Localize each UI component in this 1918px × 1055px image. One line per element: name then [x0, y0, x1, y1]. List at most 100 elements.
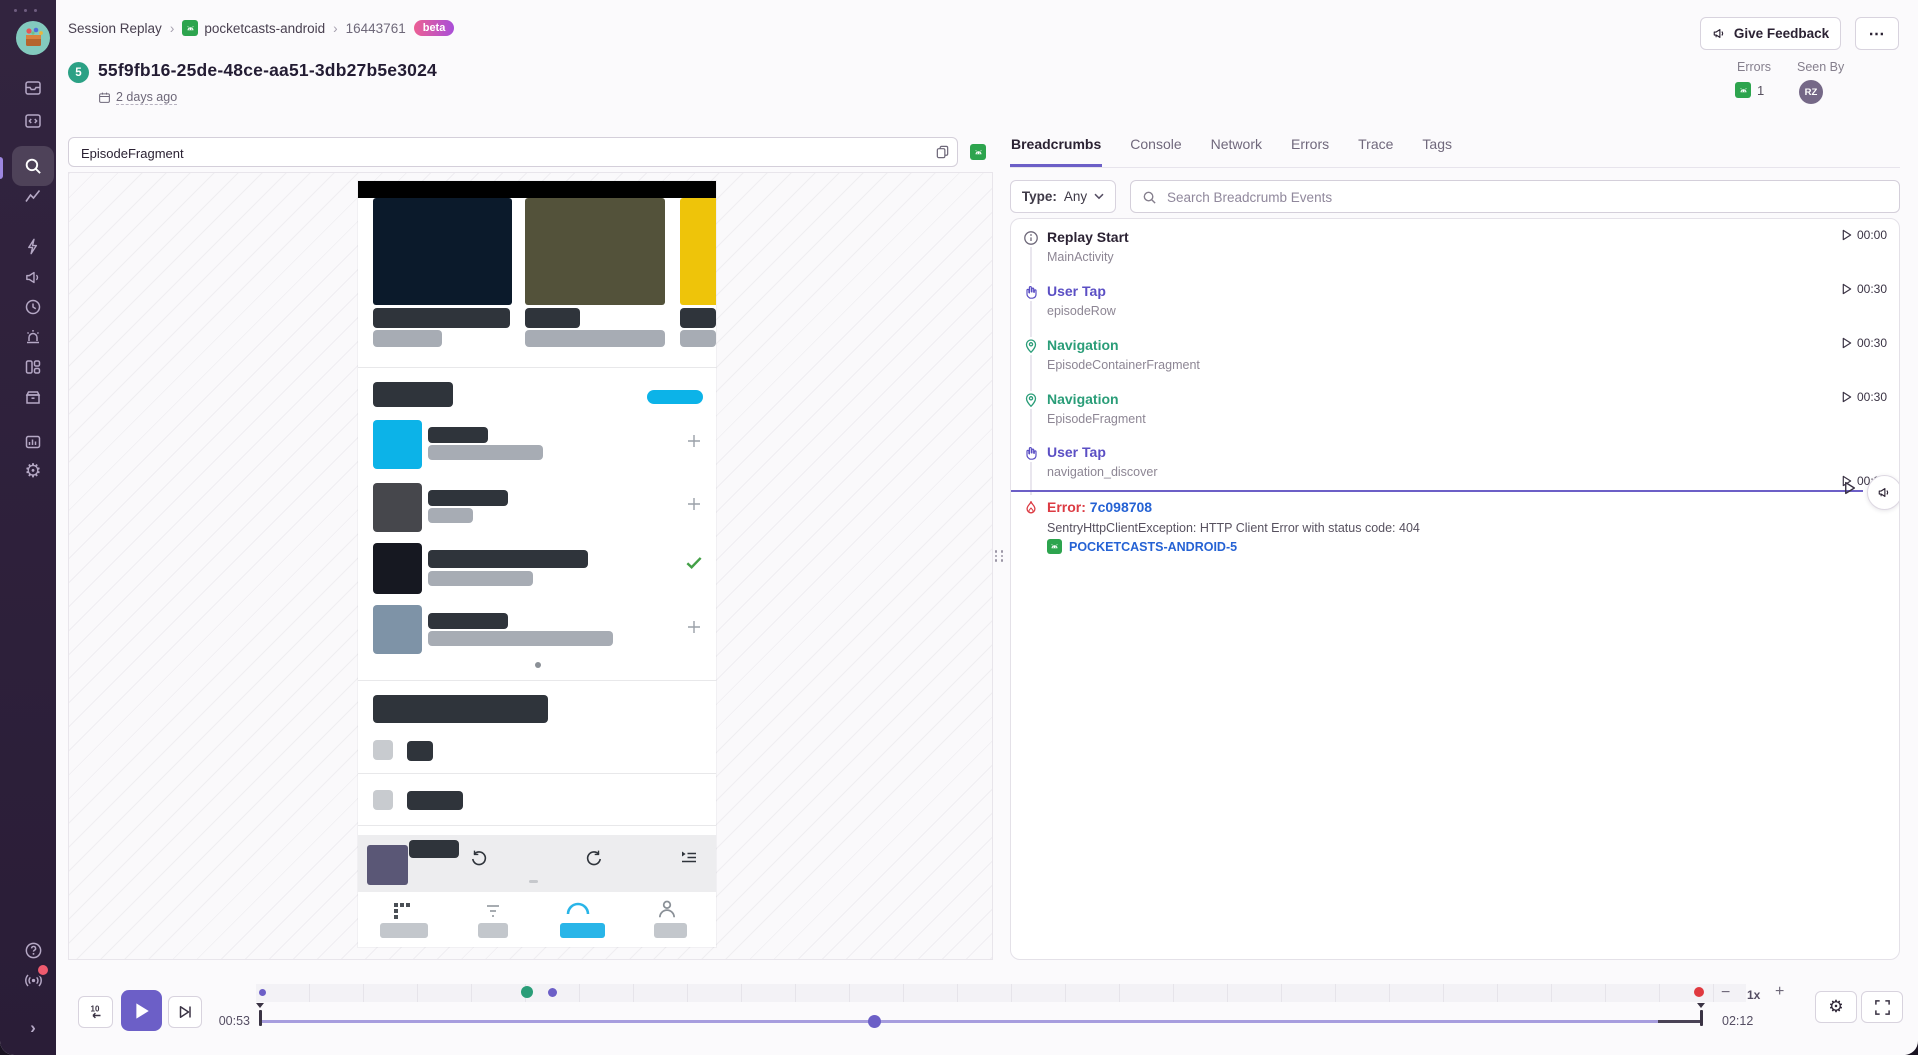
breadcrumb-replay-id[interactable]: 16443761 — [346, 21, 406, 36]
tab-tags[interactable]: Tags — [1421, 130, 1453, 167]
current-time-indicator — [1011, 490, 1863, 492]
error-title: Error: — [1047, 499, 1086, 515]
event-row-navigation[interactable]: Navigation EpisodeContainerFragment 00:3… — [1011, 337, 1899, 385]
event-timestamp[interactable]: 00:30 — [1841, 282, 1887, 296]
clip-start-tick — [259, 1010, 262, 1026]
clip-start-marker[interactable] — [256, 1003, 264, 1008]
archive-box-icon — [23, 387, 43, 407]
fullscreen-button[interactable] — [1861, 991, 1903, 1023]
dom-search-input[interactable] — [79, 139, 923, 167]
play-from-here-icon[interactable] — [1843, 481, 1856, 500]
sidebar-item-issues[interactable] — [17, 72, 49, 104]
give-feedback-button[interactable]: Give Feedback — [1700, 17, 1841, 50]
event-row-navigation[interactable]: Navigation EpisodeFragment 00:30 — [1011, 391, 1899, 439]
tab-errors[interactable]: Errors — [1290, 130, 1330, 167]
history-clock-icon — [23, 297, 43, 317]
fullscreen-icon — [1874, 999, 1891, 1016]
breadcrumb-search-input[interactable] — [1165, 183, 1889, 212]
pager-dot — [535, 662, 541, 668]
error-project-link[interactable]: POCKETCASTS-ANDROID-5 — [1047, 539, 1237, 554]
play-icon — [134, 1002, 150, 1020]
org-avatar[interactable] — [16, 21, 50, 55]
breadcrumb: Session Replay › pocketcasts-android › 1… — [68, 20, 454, 36]
event-row-user-tap[interactable]: User Tap episodeRow 00:30 — [1011, 283, 1899, 331]
sidebar-item-insights[interactable] — [17, 230, 49, 262]
seen-by-avatar[interactable]: RZ — [1799, 80, 1823, 104]
layout-blocks-icon — [23, 357, 43, 377]
tap-icon — [1022, 444, 1040, 462]
siren-icon — [23, 327, 43, 347]
breadcrumb-session-replay[interactable]: Session Replay — [68, 21, 162, 36]
rewind-10-icon: 10 — [86, 1002, 106, 1022]
search-icon — [23, 156, 44, 177]
sidebar-item-feedback[interactable] — [17, 261, 49, 293]
event-timestamp[interactable]: 00:00 — [1841, 228, 1887, 242]
sidebar: ⚙ › — [0, 0, 56, 1055]
plus-icon — [686, 619, 702, 636]
tab-network[interactable]: Network — [1210, 130, 1263, 167]
flame-error-icon — [1022, 499, 1040, 517]
timeline-events-track[interactable] — [256, 984, 1746, 1002]
errors-count: 1 — [1757, 83, 1764, 98]
episode-thumb — [373, 483, 422, 532]
cyan-action-pill — [647, 390, 703, 404]
android-platform-icon — [970, 144, 986, 160]
rewind-10s-button[interactable]: 10 — [78, 996, 113, 1028]
replay-settings-button[interactable]: ⚙ — [1815, 991, 1857, 1023]
timeline-event-dot[interactable] — [259, 989, 266, 996]
tab-breadcrumbs[interactable]: Breadcrumbs — [1010, 130, 1102, 167]
sidebar-expand-button[interactable]: › — [17, 1012, 49, 1044]
skip-to-end-button[interactable] — [168, 996, 202, 1028]
play-button[interactable] — [121, 990, 162, 1031]
replay-mobile-frame — [358, 181, 716, 947]
sidebar-item-help[interactable] — [17, 934, 49, 966]
drag-notch — [529, 880, 538, 883]
gear-icon: ⚙ — [24, 460, 41, 483]
sidebar-item-replays[interactable] — [17, 291, 49, 323]
sidebar-item-releases[interactable] — [17, 381, 49, 413]
sidebar-item-dashboards-layout[interactable] — [17, 351, 49, 383]
clip-end-marker[interactable] — [1697, 1003, 1705, 1008]
error-id-link[interactable]: 7c098708 — [1090, 499, 1152, 515]
event-timestamp[interactable]: 00:30 — [1841, 390, 1887, 404]
sidebar-item-settings[interactable]: ⚙ — [17, 455, 49, 487]
breadcrumb-search — [1130, 180, 1900, 213]
tab-console[interactable]: Console — [1129, 130, 1182, 167]
copy-button[interactable] — [935, 144, 950, 164]
playback-speed[interactable]: 1x — [1747, 988, 1760, 1002]
replay-viewport[interactable] — [68, 172, 993, 960]
timeline-scrubber[interactable] — [262, 1020, 1703, 1023]
sidebar-item-projects[interactable] — [17, 105, 49, 137]
play-icon — [1841, 391, 1852, 403]
timeline-error-dot[interactable] — [1694, 987, 1704, 997]
panel-resize-handle[interactable] — [993, 544, 1005, 568]
timeline-zoom-out[interactable]: − — [1721, 984, 1730, 1002]
timeline-playhead[interactable] — [868, 1015, 881, 1028]
timeline-zoom-in[interactable]: + — [1775, 983, 1784, 1001]
type-filter-dropdown[interactable]: Type: Any — [1010, 180, 1116, 213]
timeline-event-dot[interactable] — [548, 988, 557, 997]
detail-tabs: Breadcrumbs Console Network Errors Trace… — [1010, 130, 1900, 168]
breadcrumb-project[interactable]: pocketcasts-android — [182, 20, 325, 36]
profile-icon — [656, 898, 678, 925]
mini-player — [358, 835, 716, 892]
issues-icon — [23, 78, 43, 98]
podcast-card — [525, 198, 665, 305]
total-duration: 02:12 — [1722, 1014, 1753, 1028]
megaphone-icon — [1877, 485, 1892, 500]
sidebar-item-dashboards[interactable] — [17, 180, 49, 212]
android-project-icon — [1047, 539, 1062, 554]
sidebar-item-stats[interactable] — [17, 426, 49, 458]
more-options-button[interactable]: ⋯ — [1855, 17, 1899, 50]
event-row-replay-start[interactable]: Replay Start MainActivity 00:00 — [1011, 229, 1899, 277]
breadcrumb-separator: › — [170, 21, 175, 36]
error-description: SentryHttpClientException: HTTP Client E… — [1047, 521, 1420, 535]
errors-count-row: 1 — [1735, 82, 1764, 98]
undo-icon — [468, 847, 490, 874]
sidebar-item-alerts[interactable] — [17, 321, 49, 353]
tab-trace[interactable]: Trace — [1357, 130, 1394, 167]
play-icon — [1841, 229, 1852, 241]
gear-icon: ⚙ — [1828, 997, 1843, 1017]
timeline-event-dot-green[interactable] — [521, 986, 533, 998]
event-timestamp[interactable]: 00:30 — [1841, 336, 1887, 350]
